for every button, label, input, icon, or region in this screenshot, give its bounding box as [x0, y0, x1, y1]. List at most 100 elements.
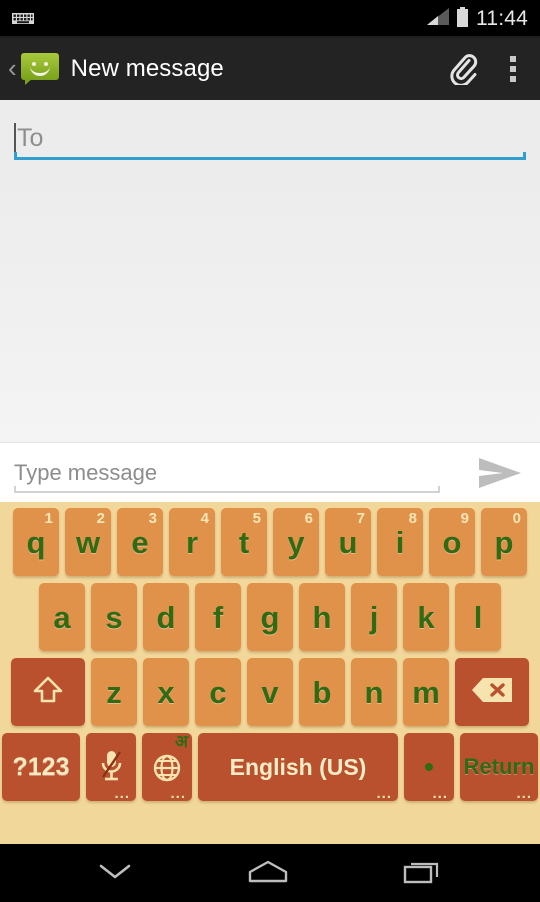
send-arrow-icon[interactable] — [474, 456, 526, 490]
back-chevron-icon[interactable]: ‹ — [6, 55, 21, 84]
long-press-hint: ... — [516, 785, 532, 802]
key-t[interactable]: 5 t — [221, 508, 267, 576]
key-x[interactable]: x — [143, 658, 189, 726]
key-label: j — [369, 599, 379, 635]
key-p[interactable]: 0 p — [481, 508, 527, 576]
backspace-key[interactable] — [455, 658, 529, 726]
shift-key[interactable] — [11, 658, 85, 726]
language-switch-key[interactable]: अ ... — [142, 733, 192, 801]
message-compose-bar: Type message — [0, 442, 540, 502]
key-label: y — [287, 524, 305, 560]
to-placeholder: To — [17, 123, 44, 152]
key-hint: 6 — [304, 510, 313, 527]
key-label: d — [156, 599, 176, 635]
to-input[interactable]: To — [14, 116, 526, 160]
space-key[interactable]: English (US) ... — [198, 733, 398, 801]
conversation-area — [0, 172, 540, 442]
key-label: l — [473, 599, 483, 635]
key-label: c — [209, 674, 227, 710]
key-m[interactable]: m — [403, 658, 449, 726]
battery-icon — [456, 6, 469, 32]
key-v[interactable]: v — [247, 658, 293, 726]
key-a[interactable]: a — [39, 583, 85, 651]
key-h[interactable]: h — [299, 583, 345, 651]
key-label: s — [105, 599, 123, 635]
message-input-underline — [14, 485, 440, 493]
phone-screen: 11:44 ‹ New message To Type message 1 q … — [0, 0, 540, 902]
key-q[interactable]: 1 q — [13, 508, 59, 576]
key-label: r — [185, 524, 199, 560]
language-globe-icon — [150, 746, 184, 789]
home-icon[interactable] — [244, 856, 292, 891]
key-i[interactable]: 8 i — [377, 508, 423, 576]
key-label: k — [417, 599, 435, 635]
message-placeholder: Type message — [14, 459, 158, 485]
action-bar: ‹ New message — [0, 38, 540, 100]
return-key[interactable]: Return ... — [460, 733, 538, 801]
key-f[interactable]: f — [195, 583, 241, 651]
key-g[interactable]: g — [247, 583, 293, 651]
key-hint: 4 — [200, 510, 209, 527]
key-l[interactable]: l — [455, 583, 501, 651]
key-r[interactable]: 4 r — [169, 508, 215, 576]
key-c[interactable]: c — [195, 658, 241, 726]
key-label: m — [412, 674, 440, 710]
key-y[interactable]: 6 y — [273, 508, 319, 576]
message-input[interactable]: Type message — [14, 453, 464, 493]
status-bar-right: 11:44 — [427, 6, 528, 32]
microphone-muted-icon — [96, 747, 126, 788]
keyboard-row-4: ?123 ... अ ... English (US) ... ... Retu… — [2, 733, 538, 801]
status-bar: 11:44 — [0, 0, 540, 38]
page-title: New message — [70, 55, 224, 82]
key-hint: 0 — [512, 510, 521, 527]
keyboard-row-2: a s d f g h j k l — [4, 583, 536, 651]
key-label: p — [494, 524, 514, 560]
key-label: b — [312, 674, 332, 710]
long-press-hint: ... — [170, 785, 186, 802]
symbols-key[interactable]: ?123 — [2, 733, 80, 801]
key-o[interactable]: 9 o — [429, 508, 475, 576]
space-key-label: English (US) — [229, 753, 367, 780]
hide-keyboard-chevron-icon[interactable] — [93, 858, 137, 889]
period-key[interactable]: ... — [404, 733, 454, 801]
key-k[interactable]: k — [403, 583, 449, 651]
navigation-bar — [0, 844, 540, 902]
key-label: Return — [463, 754, 535, 779]
key-d[interactable]: d — [143, 583, 189, 651]
key-e[interactable]: 3 e — [117, 508, 163, 576]
status-clock: 11:44 — [476, 7, 528, 30]
key-label: q — [26, 524, 46, 560]
key-w[interactable]: 2 w — [65, 508, 111, 576]
language-hint-label: अ — [175, 732, 188, 751]
key-b[interactable]: b — [299, 658, 345, 726]
key-u[interactable]: 7 u — [325, 508, 371, 576]
signal-bars-icon — [427, 7, 449, 31]
messaging-bubble-icon[interactable] — [20, 53, 59, 85]
overflow-menu-icon[interactable] — [504, 52, 522, 86]
key-label: u — [338, 524, 358, 560]
key-hint: 9 — [460, 510, 469, 527]
key-j[interactable]: j — [351, 583, 397, 651]
paperclip-icon[interactable] — [448, 53, 478, 87]
period-dot-icon — [425, 763, 433, 771]
key-hint: 5 — [252, 510, 261, 527]
key-label: v — [261, 674, 279, 710]
key-hint: 1 — [44, 510, 53, 527]
long-press-hint: ... — [114, 785, 130, 802]
key-n[interactable]: n — [351, 658, 397, 726]
key-z[interactable]: z — [91, 658, 137, 726]
voice-input-key[interactable]: ... — [86, 733, 136, 801]
key-label: e — [131, 524, 149, 560]
recent-apps-icon[interactable] — [399, 856, 447, 891]
key-label: w — [75, 524, 101, 560]
text-caret — [14, 123, 16, 153]
keyboard-icon — [12, 12, 34, 26]
key-label: f — [212, 599, 224, 635]
key-label: o — [442, 524, 462, 560]
key-s[interactable]: s — [91, 583, 137, 651]
recipient-area: To — [0, 100, 540, 172]
keyboard-row-3: z x c v b n m — [4, 658, 536, 726]
key-label: ?123 — [12, 752, 70, 781]
shift-arrow-icon — [31, 673, 65, 712]
key-label: x — [157, 674, 175, 710]
